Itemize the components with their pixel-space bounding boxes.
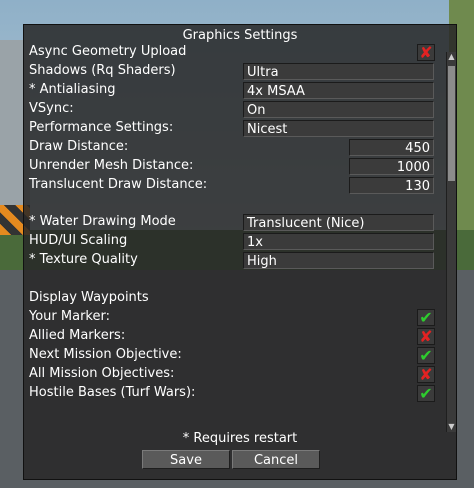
setting-translucent-draw-distance: Translucent Draw Distance: 130 (29, 176, 439, 194)
waypoints-heading-row: Display Waypoints (29, 289, 439, 307)
waypoint-label: Your Marker: (29, 309, 110, 324)
allied-markers-checkbox[interactable]: ✘ (417, 328, 435, 345)
setting-performance: Performance Settings: Nicest (29, 119, 439, 137)
settings-scrollbar[interactable]: ▲ ▼ (446, 52, 456, 432)
antialiasing-select[interactable]: 4x MSAA (243, 82, 434, 99)
setting-shadows: Shadows (Rq Shaders) Ultra (29, 62, 439, 80)
save-button[interactable]: Save (142, 450, 230, 469)
your-marker-checkbox[interactable]: ✔ (417, 309, 435, 326)
waypoint-hostile-bases: Hostile Bases (Turf Wars): ✔ (29, 384, 439, 402)
setting-label: * Texture Quality (29, 252, 138, 267)
performance-select[interactable]: Nicest (243, 120, 434, 137)
hostile-bases-checkbox[interactable]: ✔ (417, 385, 435, 402)
setting-vsync: VSync: On (29, 100, 439, 118)
waypoint-next-mission-objective: Next Mission Objective: ✔ (29, 346, 439, 364)
setting-label: Shadows (Rq Shaders) (29, 63, 176, 78)
setting-hud-scaling: HUD/UI Scaling 1x (29, 232, 439, 250)
hud-scaling-select[interactable]: 1x (243, 233, 434, 250)
waypoint-label: All Mission Objectives: (29, 366, 175, 381)
waypoint-your-marker: Your Marker: ✔ (29, 308, 439, 326)
checkmark-icon: ✔ (419, 346, 433, 365)
setting-label: Async Geometry Upload (29, 44, 187, 59)
draw-distance-input[interactable]: 450 (349, 139, 434, 156)
requires-restart-note: * Requires restart (182, 431, 298, 446)
unrender-mesh-distance-input[interactable]: 1000 (349, 158, 434, 175)
setting-water-drawing-mode: * Water Drawing Mode Translucent (Nice) (29, 213, 439, 231)
shadows-select[interactable]: Ultra (243, 63, 434, 80)
setting-label: HUD/UI Scaling (29, 233, 128, 248)
setting-label: * Antialiasing (29, 82, 116, 97)
waypoint-label: Allied Markers: (29, 328, 126, 343)
waypoints-heading: Display Waypoints (29, 290, 149, 305)
arrow-up-icon[interactable]: ▲ (447, 52, 456, 62)
all-mission-objectives-checkbox[interactable]: ✘ (417, 366, 435, 383)
texture-quality-select[interactable]: High (243, 252, 434, 269)
graphics-settings-dialog: Graphics Settings Async Geometry Upload … (23, 24, 457, 480)
waypoint-label: Next Mission Objective: (29, 347, 182, 362)
checkmark-icon: ✔ (419, 384, 433, 403)
vsync-select[interactable]: On (243, 101, 434, 118)
waypoint-label: Hostile Bases (Turf Wars): (29, 385, 196, 400)
setting-draw-distance: Draw Distance: 450 (29, 138, 439, 156)
setting-label: Draw Distance: (29, 139, 129, 154)
setting-label: * Water Drawing Mode (29, 214, 176, 229)
x-mark-icon: ✘ (419, 365, 433, 384)
setting-label: Unrender Mesh Distance: (29, 158, 194, 173)
x-mark-icon: ✘ (419, 43, 433, 62)
setting-label: VSync: (29, 101, 74, 116)
x-mark-icon: ✘ (419, 327, 433, 346)
next-mission-objective-checkbox[interactable]: ✔ (417, 347, 435, 364)
dialog-title: Graphics Settings (182, 28, 298, 43)
checkmark-icon: ✔ (419, 308, 433, 327)
scrollbar-thumb[interactable] (448, 66, 455, 181)
waypoint-allied-markers: Allied Markers: ✘ (29, 327, 439, 345)
cancel-button[interactable]: Cancel (232, 450, 320, 469)
async-geometry-checkbox[interactable]: ✘ (417, 44, 435, 61)
waypoint-all-mission-objectives: All Mission Objectives: ✘ (29, 365, 439, 383)
setting-label: Performance Settings: (29, 120, 174, 135)
setting-antialiasing: * Antialiasing 4x MSAA (29, 81, 439, 99)
setting-async-geometry: Async Geometry Upload ✘ (29, 43, 439, 61)
setting-label: Translucent Draw Distance: (29, 177, 208, 192)
water-drawing-mode-select[interactable]: Translucent (Nice) (243, 214, 434, 231)
setting-unrender-mesh-distance: Unrender Mesh Distance: 1000 (29, 157, 439, 175)
setting-texture-quality: * Texture Quality High (29, 251, 439, 269)
translucent-draw-distance-input[interactable]: 130 (349, 177, 434, 194)
